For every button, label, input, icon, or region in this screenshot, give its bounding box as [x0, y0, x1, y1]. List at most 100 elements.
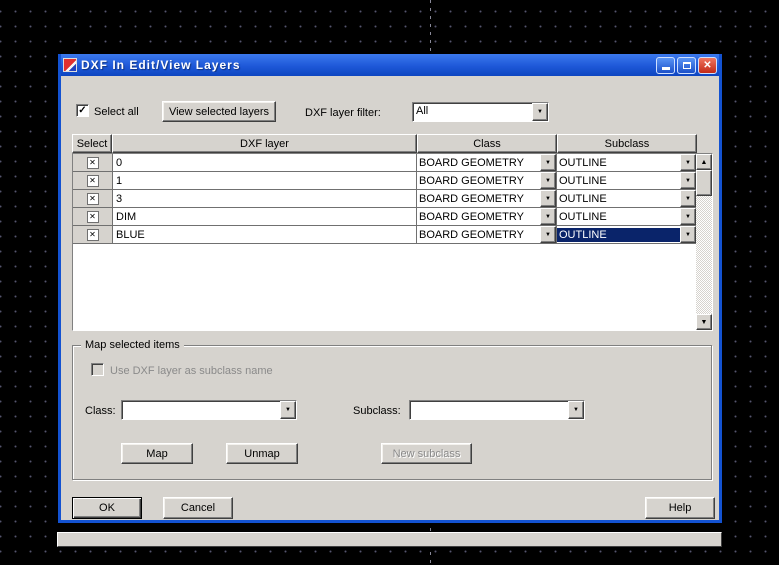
row-subclass-cell[interactable]: OUTLINE▼ — [557, 226, 696, 243]
row-checkbox[interactable]: ✕ — [87, 157, 99, 169]
subclass-combobox[interactable]: ▼ — [409, 400, 585, 420]
scroll-up-icon[interactable]: ▲ — [696, 154, 712, 170]
subclass-combobox-value — [410, 401, 568, 419]
class-dropdown-icon[interactable]: ▼ — [540, 190, 556, 207]
new-subclass-button: New subclass — [381, 443, 472, 464]
subclass-value: OUTLINE — [557, 156, 680, 170]
subclass-value: OUTLINE — [557, 210, 680, 224]
row-check-icon: ✕ — [89, 213, 96, 221]
help-button[interactable]: Help — [645, 497, 715, 519]
new-subclass-button-label: New subclass — [393, 448, 461, 460]
minimize-button[interactable] — [656, 57, 675, 74]
background-window-strip — [57, 532, 722, 547]
class-value: BOARD GEOMETRY — [417, 228, 540, 242]
row-check-icon: ✕ — [89, 159, 96, 167]
select-all-checkbox[interactable]: ✓ — [76, 104, 89, 117]
scrollbar-track[interactable] — [696, 196, 712, 314]
dxf-in-edit-view-layers-dialog: DXF In Edit/View Layers ✕ ✓ Select all V… — [58, 54, 722, 523]
row-select-cell[interactable]: ✕ — [73, 154, 113, 171]
title-bar[interactable]: DXF In Edit/View Layers ✕ — [61, 54, 719, 76]
class-dropdown-icon[interactable]: ▼ — [540, 208, 556, 225]
table-row: ✕ 3 BOARD GEOMETRY▼ OUTLINE▼ — [73, 190, 696, 208]
layer-name: 1 — [116, 175, 122, 187]
class-label: Class: — [85, 405, 116, 417]
header-dxf-layer: DXF layer — [112, 134, 417, 153]
table-row: ✕ 1 BOARD GEOMETRY▼ OUTLINE ▼ — [73, 172, 696, 190]
dropdown-arrow-glyph: ▼ — [685, 178, 691, 184]
row-select-cell[interactable]: ✕ — [73, 226, 113, 243]
layer-name: 0 — [116, 157, 122, 169]
app-icon — [63, 58, 77, 72]
subclass-dropdown-icon[interactable]: ▼ — [680, 208, 696, 225]
layer-name: 3 — [116, 193, 122, 205]
chevron-down-icon[interactable]: ▼ — [280, 401, 296, 419]
layer-name: DIM — [116, 211, 136, 223]
row-class-cell[interactable]: BOARD GEOMETRY▼ — [417, 154, 557, 171]
class-combobox[interactable]: ▼ — [121, 400, 297, 420]
chevron-down-icon[interactable]: ▼ — [568, 401, 584, 419]
dropdown-arrow-glyph: ▼ — [545, 160, 551, 166]
row-layer-cell: 0 — [113, 154, 417, 171]
dropdown-arrow-glyph: ▼ — [545, 214, 551, 220]
row-subclass-cell[interactable]: OUTLINE▼ — [557, 190, 696, 207]
subclass-dropdown-icon[interactable]: ▼ — [680, 172, 696, 189]
row-layer-cell: 3 — [113, 190, 417, 207]
map-button[interactable]: Map — [121, 443, 193, 464]
class-dropdown-icon[interactable]: ▼ — [540, 226, 556, 243]
row-subclass-cell[interactable]: OUTLINE ▼ — [557, 208, 696, 225]
subclass-dropdown-icon[interactable]: ▼ — [680, 226, 696, 243]
cancel-button[interactable]: Cancel — [163, 497, 233, 519]
close-icon: ✕ — [703, 60, 711, 71]
layer-name: BLUE — [116, 229, 145, 241]
row-checkbox[interactable]: ✕ — [87, 229, 99, 241]
row-class-cell[interactable]: BOARD GEOMETRY ▼ — [417, 226, 557, 243]
row-select-cell[interactable]: ✕ — [73, 208, 113, 225]
chevron-down-icon[interactable]: ▼ — [532, 103, 548, 121]
table-rows: ✕ 0 BOARD GEOMETRY▼ OUTLINE▼ ✕ 1 BOARD G… — [73, 154, 696, 244]
row-class-cell[interactable]: BOARD GEOMETRY▼ — [417, 190, 557, 207]
dropdown-arrow-glyph: ▼ — [685, 214, 691, 220]
table-row: ✕ 0 BOARD GEOMETRY▼ OUTLINE ▼ — [73, 154, 696, 172]
maximize-button[interactable] — [677, 57, 696, 74]
row-subclass-cell[interactable]: OUTLINE ▼ — [557, 172, 696, 189]
window-title: DXF In Edit/View Layers — [81, 58, 656, 72]
class-dropdown-icon[interactable]: ▼ — [540, 154, 556, 171]
close-button[interactable]: ✕ — [698, 57, 717, 74]
row-subclass-cell[interactable]: OUTLINE ▼ — [557, 154, 696, 171]
unmap-button[interactable]: Unmap — [226, 443, 298, 464]
row-checkbox[interactable]: ✕ — [87, 211, 99, 223]
view-selected-layers-button[interactable]: View selected layers — [162, 101, 276, 122]
table-row: ✕ BLUE BOARD GEOMETRY▼ OUTLINE▼ — [73, 226, 696, 244]
subclass-value: OUTLINE — [557, 192, 680, 206]
row-class-cell[interactable]: BOARD GEOMETRY▼ — [417, 208, 557, 225]
row-layer-cell: BLUE — [113, 226, 417, 243]
row-class-cell[interactable]: BOARD GEOMETRY▼ — [417, 172, 557, 189]
dropdown-arrow-glyph: ▼ — [685, 160, 691, 166]
row-select-cell[interactable]: ✕ — [73, 172, 113, 189]
help-button-label: Help — [669, 502, 692, 514]
subclass-label: Subclass: — [353, 405, 401, 417]
scroll-down-glyph: ▼ — [701, 319, 708, 326]
subclass-value: OUTLINE — [557, 174, 680, 188]
scroll-down-icon[interactable]: ▼ — [696, 314, 712, 330]
unmap-button-label: Unmap — [244, 448, 279, 460]
subclass-dropdown-icon[interactable]: ▼ — [680, 154, 696, 171]
row-checkbox[interactable]: ✕ — [87, 193, 99, 205]
dxf-layer-filter-label: DXF layer filter: — [305, 107, 381, 119]
scrollbar-thumb[interactable] — [696, 170, 712, 196]
dropdown-arrow-glyph: ▼ — [573, 407, 579, 413]
check-icon: ✓ — [78, 106, 86, 116]
row-checkbox[interactable]: ✕ — [87, 175, 99, 187]
row-select-cell[interactable]: ✕ — [73, 190, 113, 207]
select-all-label: Select all — [94, 106, 139, 118]
ok-button[interactable]: OK — [72, 497, 142, 519]
vertical-scrollbar[interactable]: ▲ ▼ — [696, 154, 712, 330]
class-dropdown-icon[interactable]: ▼ — [540, 172, 556, 189]
table-row: ✕ DIM BOARD GEOMETRY▼ OUTLINE ▼ — [73, 208, 696, 226]
subclass-value-selected: OUTLINE — [557, 228, 680, 242]
dropdown-arrow-glyph: ▼ — [545, 178, 551, 184]
subclass-dropdown-icon[interactable]: ▼ — [680, 190, 696, 207]
dxf-layer-filter-combobox[interactable]: All ▼ — [412, 102, 549, 122]
use-dxf-layer-label: Use DXF layer as subclass name — [110, 365, 273, 377]
dropdown-arrow-glyph: ▼ — [545, 232, 551, 238]
